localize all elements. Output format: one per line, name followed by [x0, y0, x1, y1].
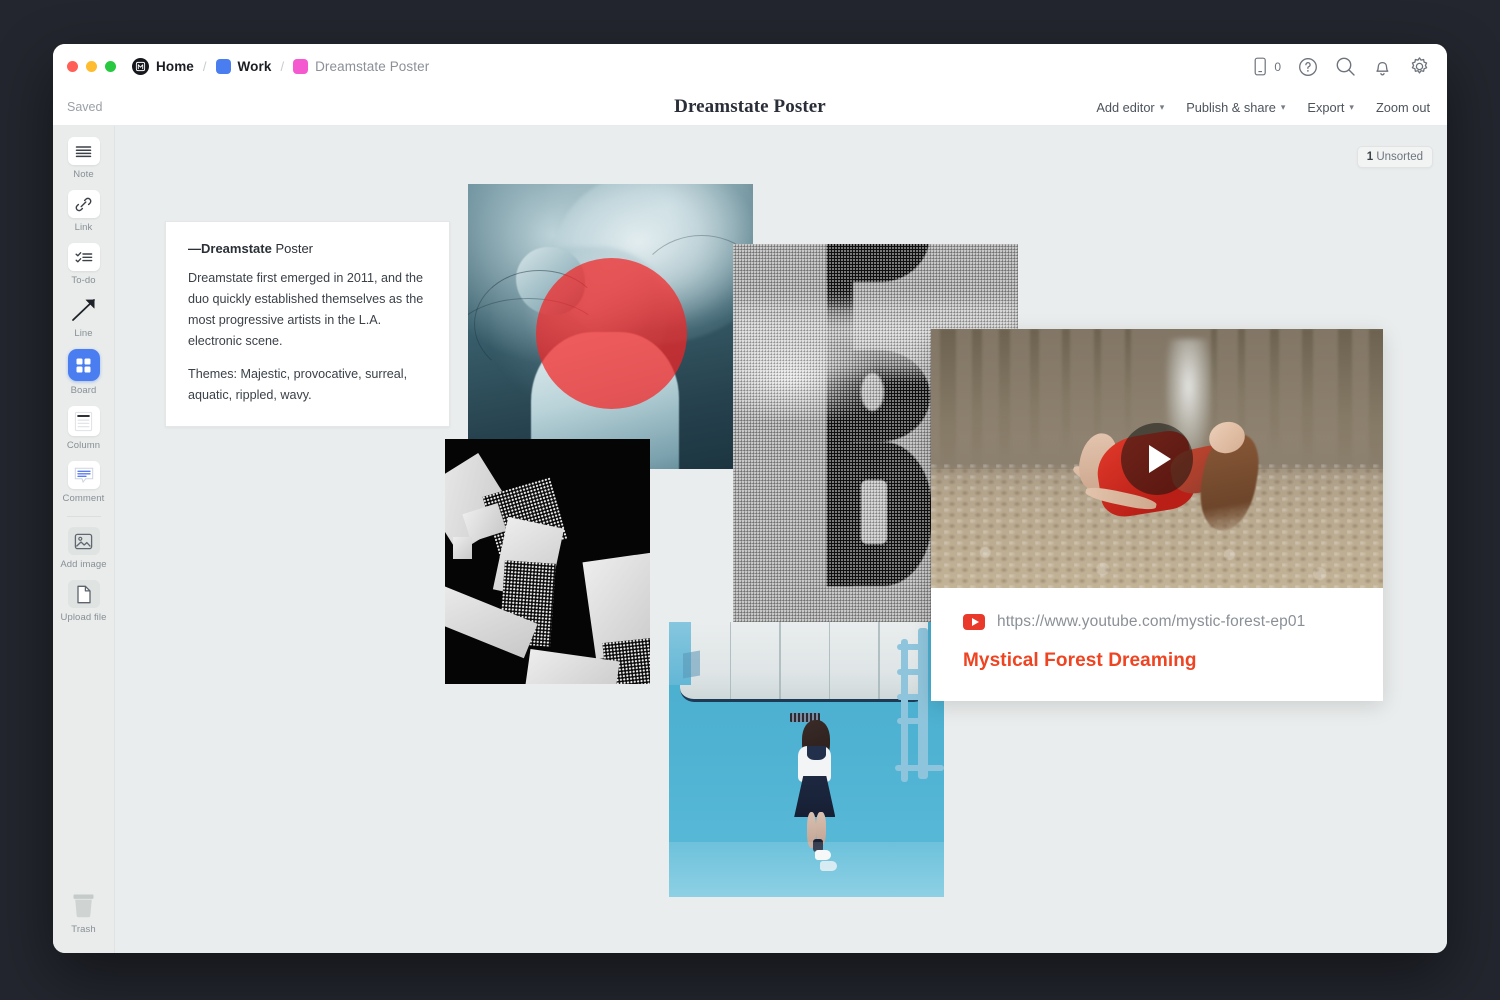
- zoom-out-button[interactable]: Zoom out: [1376, 100, 1430, 115]
- chevron-down-icon: ▾: [1349, 101, 1354, 112]
- sidebar-divider: [66, 516, 101, 517]
- sidebar-item-comment[interactable]: Comment: [56, 461, 112, 504]
- note-heading-rest: Poster: [271, 241, 314, 256]
- sidebar-item-note[interactable]: Note: [56, 137, 112, 180]
- note-card-heading: —Dreamstate Poster: [188, 241, 427, 256]
- save-status-label: Saved: [67, 100, 103, 114]
- chevron-down-icon: ▾: [1159, 101, 1165, 112]
- arrow-line-icon: [68, 296, 100, 324]
- note-paragraph-1: Dreamstate first emerged in 2011, and th…: [188, 271, 424, 349]
- note-lines-icon: [67, 137, 100, 165]
- breadcrumb-label-work: Work: [237, 59, 272, 74]
- board-grid-icon: [67, 349, 100, 381]
- sidebar-label-column: Column: [66, 440, 101, 451]
- sidebar-item-trash[interactable]: Trash: [53, 892, 114, 935]
- add-editor-label: Add editor: [1096, 99, 1155, 115]
- note-heading-bold: —Dreamstate: [188, 241, 272, 256]
- document-toolbar: Saved Dreamstate Poster Add editor ▾ Pub…: [53, 89, 1447, 126]
- sidebar-label-note: Note: [73, 169, 94, 180]
- image-abstract-black-white[interactable]: [445, 439, 650, 684]
- color-swatch-icon-current: [293, 59, 309, 74]
- chevron-down-icon: ▾: [1280, 101, 1286, 112]
- notifications-bell-icon[interactable]: [1373, 57, 1392, 77]
- breadcrumb-separator: /: [280, 59, 285, 74]
- minimize-window-button[interactable]: [86, 61, 97, 72]
- breadcrumb-item-work[interactable]: Work: [215, 59, 272, 74]
- sidebar-label-board: Board: [70, 385, 97, 396]
- sidebar-item-todo[interactable]: To-do: [56, 243, 112, 286]
- sidebar-label-upload-file: Upload file: [60, 612, 107, 623]
- red-circle-overlay: [536, 258, 688, 410]
- unsorted-label: Unsorted: [1376, 151, 1423, 163]
- note-paragraph-2: Themes: Majestic, provocative, surreal, …: [188, 366, 408, 402]
- close-window-button[interactable]: [67, 61, 78, 72]
- help-icon[interactable]: [1298, 57, 1318, 77]
- breadcrumb-item-current[interactable]: Dreamstate Poster: [293, 59, 429, 74]
- sidebar-item-link[interactable]: Link: [56, 190, 112, 233]
- breadcrumb-label-home: Home: [156, 59, 194, 74]
- tool-sidebar: Note Link To-do Line Board Column Commen…: [53, 126, 115, 953]
- sidebar-label-comment: Comment: [62, 493, 105, 504]
- search-icon[interactable]: [1335, 56, 1356, 77]
- column-layout-icon: [67, 406, 100, 436]
- sidebar-label-todo: To-do: [71, 275, 96, 286]
- video-embed-card[interactable]: https://www.youtube.com/mystic-forest-ep…: [931, 329, 1383, 701]
- app-body: Note Link To-do Line Board Column Commen…: [53, 126, 1447, 953]
- mobile-preview-icon[interactable]: 0: [1254, 57, 1281, 76]
- settings-gear-icon[interactable]: [1409, 56, 1430, 77]
- sidebar-item-line[interactable]: Line: [56, 296, 112, 339]
- sidebar-item-add-image[interactable]: Add image: [56, 527, 112, 570]
- checklist-icon: [67, 243, 100, 271]
- publish-share-label: Publish & share: [1186, 99, 1276, 115]
- video-url[interactable]: https://www.youtube.com/mystic-forest-ep…: [997, 613, 1305, 631]
- trash-can-icon: [73, 894, 94, 918]
- title-bar: Home / Work / Dreamstate Poster 0: [53, 44, 1447, 89]
- comment-bubble-icon: [67, 461, 100, 489]
- mobile-preview-count: 0: [1274, 59, 1281, 74]
- video-card-meta: https://www.youtube.com/mystic-forest-ep…: [931, 588, 1383, 701]
- video-url-row[interactable]: https://www.youtube.com/mystic-forest-ep…: [963, 613, 1351, 631]
- zoom-out-label: Zoom out: [1375, 99, 1430, 115]
- youtube-icon: [963, 614, 985, 630]
- image-picture-icon: [67, 527, 100, 555]
- unsorted-count: 1: [1366, 151, 1374, 163]
- app-logo-icon: [132, 58, 149, 75]
- color-swatch-icon-work: [215, 59, 231, 74]
- add-editor-button[interactable]: Add editor ▾: [1096, 100, 1164, 115]
- titlebar-actions: 0: [1254, 56, 1430, 77]
- publish-share-button[interactable]: Publish & share ▾: [1186, 100, 1285, 115]
- maximize-window-button[interactable]: [105, 61, 116, 72]
- unsorted-badge[interactable]: 1 Unsorted: [1356, 146, 1433, 168]
- document-actions: Add editor ▾ Publish & share ▾ Export ▾ …: [1096, 100, 1430, 115]
- file-document-icon: [67, 580, 100, 608]
- export-button[interactable]: Export ▾: [1307, 100, 1354, 115]
- breadcrumb-item-home[interactable]: Home: [132, 58, 194, 75]
- image-teal-portrait-red-circle[interactable]: [468, 184, 753, 469]
- play-button-icon[interactable]: [1121, 422, 1193, 495]
- sidebar-label-add-image: Add image: [60, 559, 107, 570]
- sidebar-item-board[interactable]: Board: [56, 349, 112, 396]
- sidebar-item-column[interactable]: Column: [56, 406, 112, 451]
- breadcrumb: Home / Work / Dreamstate Poster: [132, 58, 429, 75]
- video-title[interactable]: Mystical Forest Dreaming: [963, 650, 1351, 672]
- sidebar-item-upload-file[interactable]: Upload file: [56, 580, 112, 623]
- breadcrumb-label-current: Dreamstate Poster: [315, 59, 430, 74]
- video-thumbnail[interactable]: [931, 329, 1383, 588]
- window-traffic-lights[interactable]: [67, 61, 116, 72]
- sidebar-label-trash: Trash: [71, 924, 96, 935]
- sidebar-label-line: Line: [74, 328, 93, 339]
- note-card[interactable]: —Dreamstate Poster Dreamstate first emer…: [165, 221, 450, 427]
- board-canvas[interactable]: 1 Unsorted —Dreamstate Poster Dreamstate…: [115, 126, 1447, 953]
- app-window: Home / Work / Dreamstate Poster 0 Saved …: [53, 44, 1447, 953]
- sidebar-label-link: Link: [74, 222, 93, 233]
- export-label: Export: [1307, 99, 1345, 115]
- image-underwater-pool[interactable]: [669, 622, 944, 897]
- breadcrumb-separator: /: [202, 59, 207, 74]
- link-chain-icon: [67, 190, 100, 218]
